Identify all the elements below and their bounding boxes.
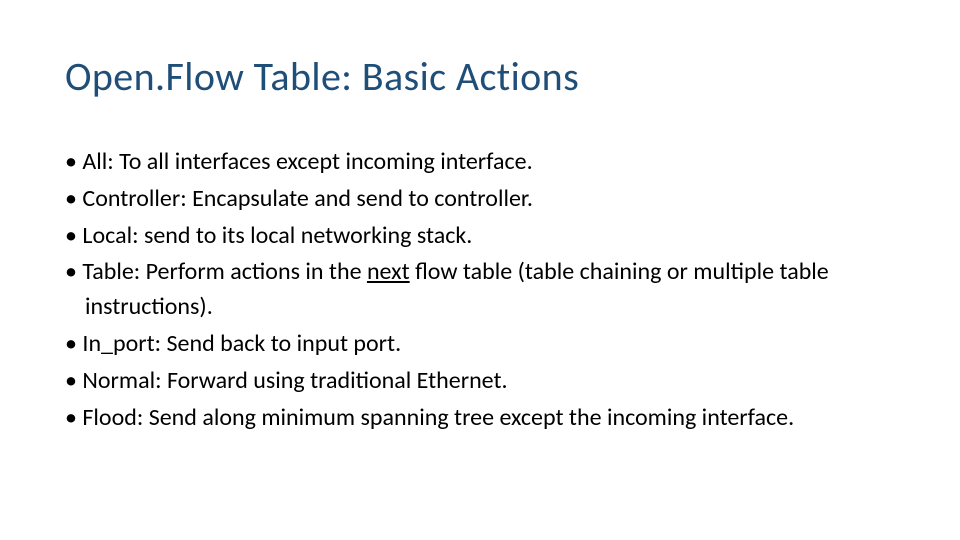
- item-label: All:: [82, 147, 113, 176]
- list-item: Normal: Forward using traditional Ethern…: [65, 364, 895, 399]
- item-label: Normal:: [82, 366, 161, 395]
- item-text: To all interfaces except incoming interf…: [114, 147, 533, 176]
- list-item: Controller: Encapsulate and send to cont…: [65, 182, 895, 217]
- slide-title: Open.Flow Table: Basic Actions: [65, 55, 895, 99]
- bullet-list: All: To all interfaces except incoming i…: [65, 145, 895, 435]
- list-item: Flood: Send along minimum spanning tree …: [65, 401, 895, 436]
- item-label: In_port:: [82, 329, 161, 358]
- item-label: Table:: [82, 257, 140, 286]
- item-text: send to its local networking stack.: [139, 221, 473, 250]
- item-text: Send along minimum spanning tree except …: [143, 403, 794, 432]
- item-label: Controller:: [82, 184, 186, 213]
- list-item: Table: Perform actions in the next flow …: [65, 255, 895, 325]
- list-item: Local: send to its local networking stac…: [65, 219, 895, 254]
- list-item: In_port: Send back to input port.: [65, 327, 895, 362]
- item-label: Local:: [82, 221, 138, 250]
- item-text: Send back to input port.: [161, 329, 401, 358]
- item-text: Perform actions in the: [140, 257, 367, 286]
- item-label: Flood:: [82, 403, 143, 432]
- item-text: Encapsulate and send to controller.: [187, 184, 533, 213]
- underlined-word: next: [367, 257, 410, 286]
- slide: Open.Flow Table: Basic Actions All: To a…: [0, 0, 960, 540]
- list-item: All: To all interfaces except incoming i…: [65, 145, 895, 180]
- item-text: Forward using traditional Ethernet.: [162, 366, 508, 395]
